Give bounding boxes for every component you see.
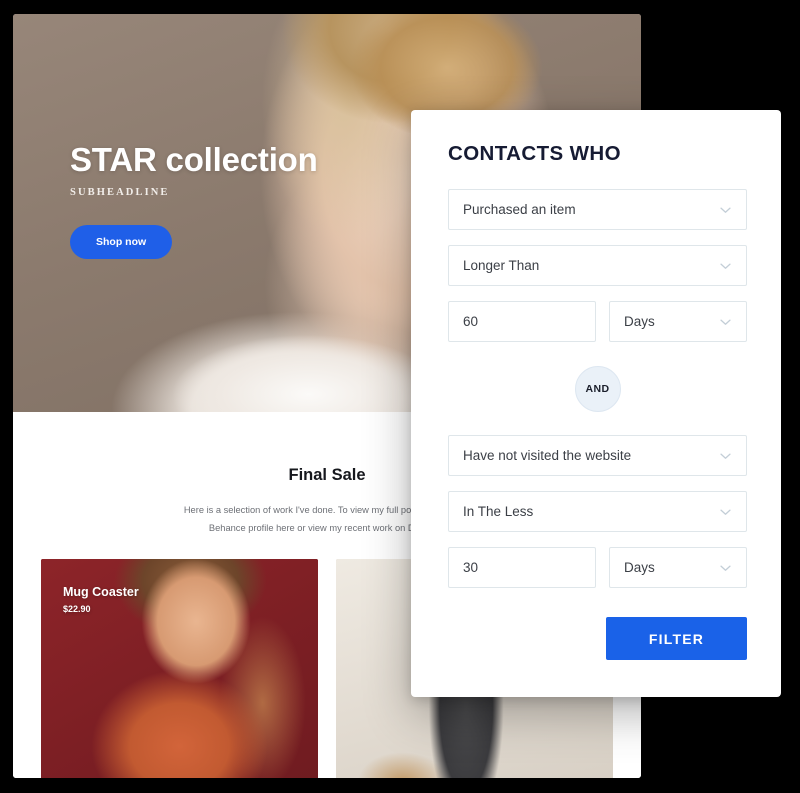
hero-subheadline: SUBHEADLINE (70, 187, 170, 199)
amount-input-1-value: 60 (463, 314, 479, 329)
condition-select-2[interactable]: Have not visited the website (448, 435, 747, 476)
product-price: $22.90 (63, 604, 91, 615)
amount-input-2[interactable]: 30 (448, 547, 596, 588)
chevron-down-icon (718, 560, 733, 575)
chevron-down-icon (718, 314, 733, 329)
hero-content: STAR collection SUBHEADLINE Shop now (13, 14, 641, 260)
filter-button[interactable]: FILTER (606, 617, 747, 660)
screen-canvas: STAR collection SUBHEADLINE Shop now Fin… (0, 0, 800, 793)
comparator-select-1-value: Longer Than (463, 258, 540, 273)
hero-title-rest: collection (156, 141, 318, 178)
hero-title-strong: STAR (70, 141, 157, 178)
unit-select-2[interactable]: Days (609, 547, 747, 588)
amount-row-1: 60 Days (448, 301, 747, 342)
comparator-select-2-value: In The Less (463, 504, 534, 519)
unit-select-2-value: Days (624, 560, 655, 575)
condition-select-2-value: Have not visited the website (463, 448, 632, 463)
connector-row: AND (448, 366, 747, 412)
and-connector-badge[interactable]: AND (574, 366, 621, 412)
section-description-line-2: Behance profile here or view my recent w… (208, 522, 446, 533)
amount-row-2: 30 Days (448, 547, 747, 588)
hero-title: STAR collection (70, 141, 641, 178)
product-name: Mug Coaster (63, 585, 139, 600)
panel-actions: FILTER (448, 617, 747, 660)
product-info: Mug Coaster $22.90 (63, 585, 139, 614)
chevron-down-icon (718, 202, 733, 217)
chevron-down-icon (718, 448, 733, 463)
unit-select-1-value: Days (624, 314, 655, 329)
unit-select-1[interactable]: Days (609, 301, 747, 342)
amount-input-2-value: 30 (463, 560, 479, 575)
amount-input-1[interactable]: 60 (448, 301, 596, 342)
comparator-select-2[interactable]: In The Less (448, 491, 747, 532)
chevron-down-icon (718, 258, 733, 273)
chevron-down-icon (718, 504, 733, 519)
shop-now-button[interactable]: Shop now (70, 225, 173, 260)
product-card[interactable]: Mug Coaster $22.90 (41, 559, 318, 778)
